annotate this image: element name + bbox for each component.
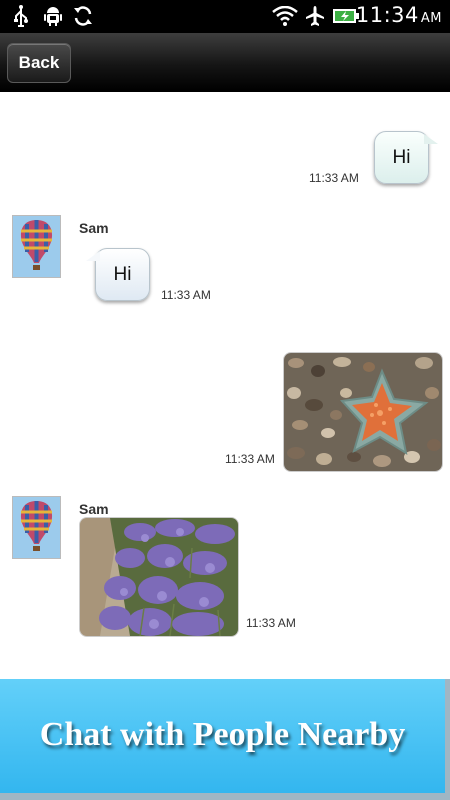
sender-name: Sam [79,501,109,517]
message-photo-starfish[interactable] [283,352,443,472]
message-timestamp: 11:33 AM [246,616,296,630]
airplane-icon [304,5,326,27]
back-button[interactable]: Back [7,43,71,83]
bubble-tail [86,251,100,261]
wifi-icon [271,5,299,27]
message-timestamp: 11:33 AM [225,452,275,466]
usb-icon [10,5,32,27]
promo-banner[interactable]: Chat with People Nearby [0,679,450,800]
status-bar: 11:34 AM [0,0,450,33]
chat-thread: Hi 11:33 AM Sam Hi 11:33 AM 11:33 AM Sam… [0,92,450,680]
bubble-tail [424,134,438,144]
header-bar: Back [0,33,450,92]
message-text: Hi [113,263,132,285]
message-photo-lavender[interactable] [79,517,239,637]
sync-icon [72,5,94,27]
message-bubble[interactable]: Hi [374,131,438,184]
message-timestamp: 11:33 AM [161,288,211,302]
message-text: Hi [392,146,411,168]
message-bubble[interactable]: Hi [86,248,150,301]
android-debug-icon [42,5,64,27]
status-clock: 11:34 AM [355,3,442,27]
avatar[interactable] [12,215,61,278]
message-timestamp: 11:33 AM [309,171,359,185]
promo-banner-panel: Chat with People Nearby [0,679,445,793]
avatar[interactable] [12,496,61,559]
sender-name: Sam [79,220,109,236]
promo-text: Chat with People Nearby [39,716,406,753]
